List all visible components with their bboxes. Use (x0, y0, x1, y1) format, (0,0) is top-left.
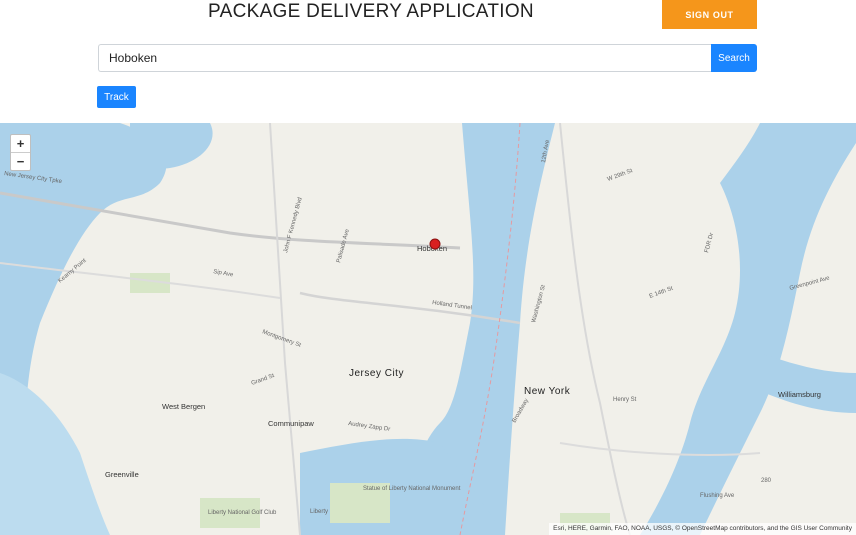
label-route-280: 280 (761, 478, 772, 484)
label-williamsburg: Williamsburg (778, 390, 821, 399)
location-marker[interactable] (429, 238, 441, 250)
track-button[interactable]: Track (97, 86, 136, 108)
label-new-york: New York (524, 386, 571, 397)
app-title: PACKAGE DELIVERY APPLICATION (208, 1, 534, 22)
label-west-bergen: West Bergen (162, 402, 205, 411)
zoom-control: + − (10, 134, 31, 171)
map-attribution: Esri, HERE, Garmin, FAO, NOAA, USGS, © O… (549, 523, 856, 535)
map-view[interactable]: Jersey City New York West Bergen Communi… (0, 123, 856, 535)
search-bar: Search (98, 44, 757, 72)
map-canvas: Jersey City New York West Bergen Communi… (0, 123, 856, 535)
label-liberty: Liberty (310, 509, 328, 515)
sign-out-button[interactable]: SIGN OUT (662, 0, 757, 29)
search-input[interactable] (98, 44, 711, 72)
zoom-in-button[interactable]: + (11, 135, 30, 152)
label-statue: Statue of Liberty National Monument (363, 486, 461, 492)
zoom-out-button[interactable]: − (11, 152, 30, 170)
label-communipaw: Communipaw (268, 419, 314, 428)
label-liberty-golf: Liberty National Golf Club (208, 510, 277, 516)
label-flushing-ave: Flushing Ave (700, 493, 735, 499)
label-jersey-city: Jersey City (349, 368, 404, 379)
label-henry-st: Henry St (613, 397, 637, 403)
label-greenville: Greenville (105, 470, 139, 479)
search-button[interactable]: Search (711, 44, 757, 72)
